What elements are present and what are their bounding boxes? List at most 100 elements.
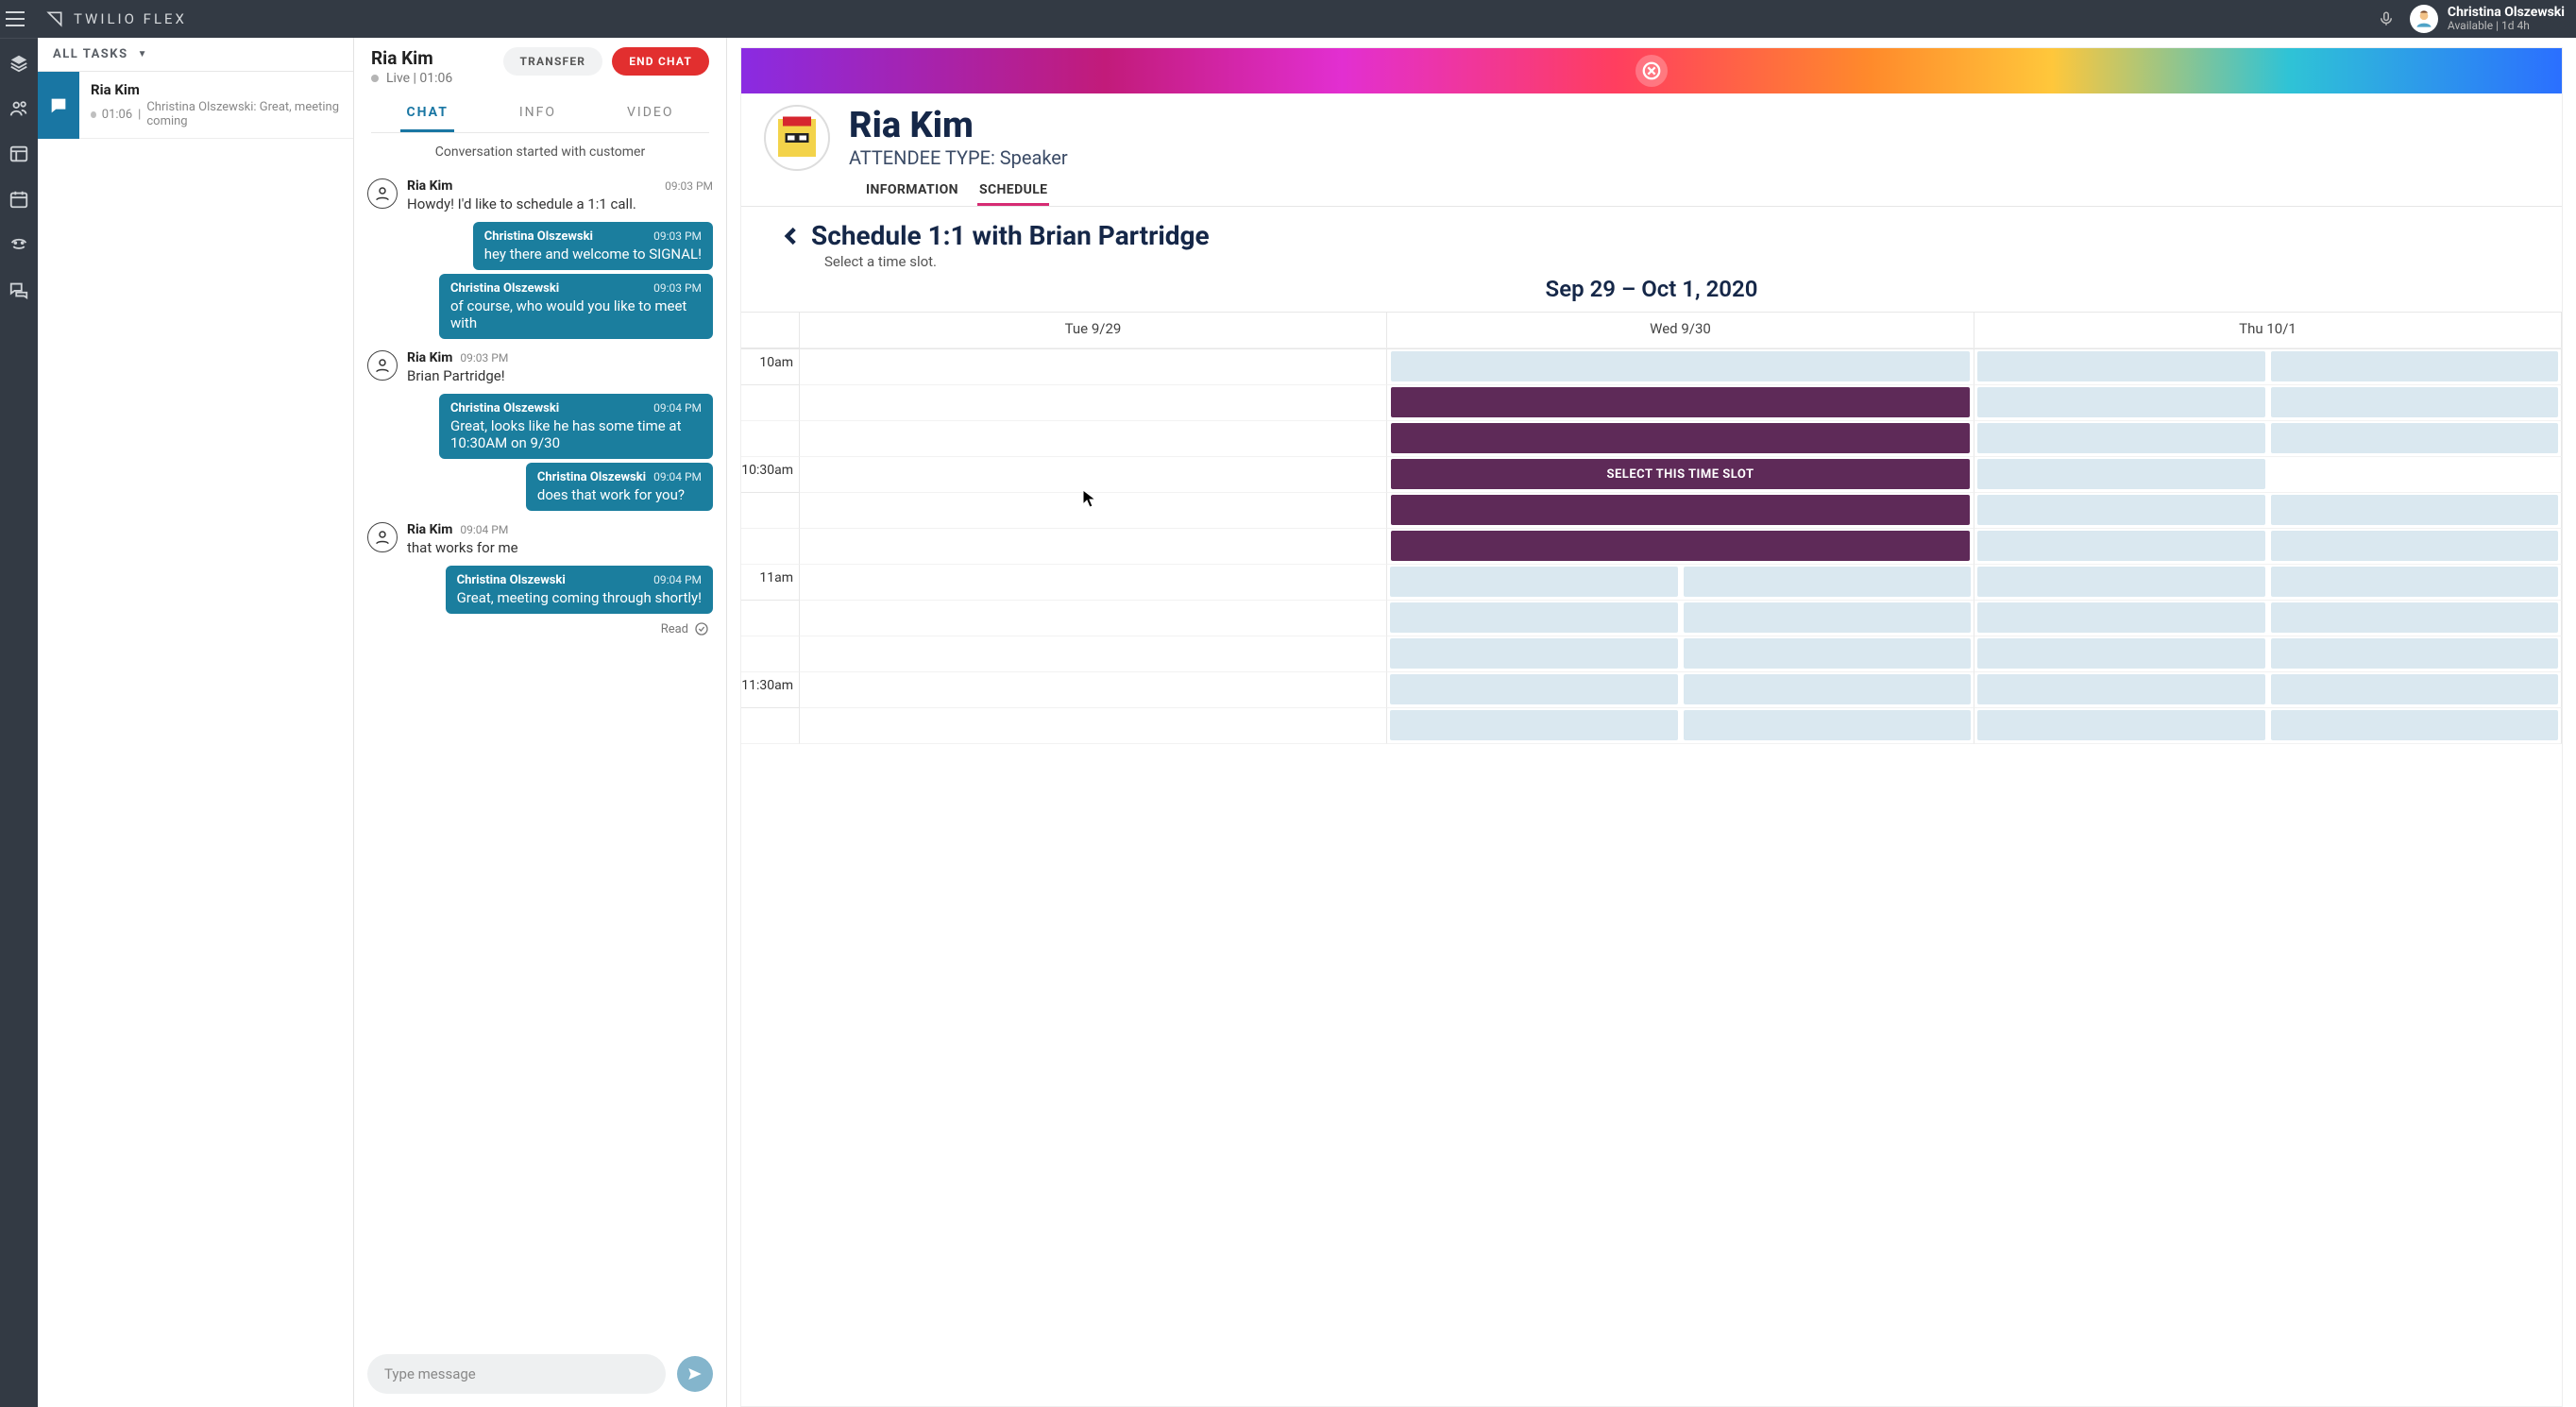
message-text: that works for me xyxy=(407,539,713,556)
crm-panel: Ria Kim ATTENDEE TYPE: Speaker INFORMATI… xyxy=(727,38,2576,1407)
chevron-left-icon xyxy=(779,224,804,248)
microphone-icon[interactable] xyxy=(2378,10,2395,27)
topbar: TWILIO FLEX Christina Olszewski Availabl… xyxy=(0,0,2576,38)
time-slot[interactable] xyxy=(1390,638,1678,669)
time-slot[interactable] xyxy=(1977,710,2265,740)
task-list-panel: ALL TASKS ▼ Ria Kim 01:06 | Christina Ol… xyxy=(38,38,354,1407)
message-bubble: Christina Olszewski 09:04 PM does that w… xyxy=(526,463,713,511)
message-sender: Christina Olszewski xyxy=(457,573,566,587)
time-slot[interactable] xyxy=(1390,602,1678,633)
time-slot[interactable] xyxy=(2271,567,2559,597)
time-slot[interactable] xyxy=(1977,423,2265,453)
nav-chats-icon[interactable] xyxy=(8,279,30,301)
time-slot[interactable] xyxy=(2271,423,2559,453)
time-slot[interactable] xyxy=(1977,602,2265,633)
tab-video[interactable]: VIDEO xyxy=(621,97,680,132)
tab-chat[interactable]: CHAT xyxy=(400,97,453,132)
day-header: Wed 9/30 xyxy=(1387,313,1974,348)
nav-support-icon[interactable] xyxy=(8,233,30,256)
message-time: 09:03 PM xyxy=(460,351,508,364)
time-slot[interactable] xyxy=(2271,387,2559,417)
time-slot[interactable] xyxy=(1684,674,1972,704)
time-slot-booked[interactable] xyxy=(1391,387,1970,417)
message-bubble: Christina Olszewski 09:03 PM of course, … xyxy=(439,274,713,339)
message-bubble: Christina Olszewski 09:04 PM Great, meet… xyxy=(446,566,713,614)
time-slot[interactable] xyxy=(2271,351,2559,381)
transfer-button[interactable]: TRANSFER xyxy=(503,47,603,76)
time-label: 10am xyxy=(741,349,800,385)
chevron-down-icon: ▼ xyxy=(138,49,148,59)
send-button[interactable] xyxy=(677,1356,713,1392)
message-time: 09:03 PM xyxy=(653,229,702,243)
message-input[interactable] xyxy=(367,1354,666,1394)
message-time: 09:04 PM xyxy=(653,470,702,483)
time-slot[interactable] xyxy=(1977,495,2265,525)
user-menu[interactable]: Christina Olszewski Available | 1d 4h xyxy=(2410,5,2565,33)
back-button[interactable] xyxy=(779,224,804,248)
end-chat-button[interactable]: END CHAT xyxy=(612,47,709,76)
message-sender: Ria Kim xyxy=(407,350,452,365)
task-status-dot-icon xyxy=(91,111,96,118)
message-sender: Ria Kim xyxy=(407,178,452,194)
select-time-slot-button[interactable]: SELECT THIS TIME SLOT xyxy=(1391,459,1970,489)
message-text: Brian Partridge! xyxy=(407,367,713,384)
message-bubble: Christina Olszewski 09:03 PM hey there a… xyxy=(473,222,713,270)
side-nav xyxy=(0,38,38,1407)
crm-tab-schedule[interactable]: SCHEDULE xyxy=(977,177,1050,206)
crm-tab-information[interactable]: INFORMATION xyxy=(864,177,960,206)
nav-calendar-icon[interactable] xyxy=(8,188,30,211)
time-slot[interactable] xyxy=(2271,495,2559,525)
time-slot[interactable] xyxy=(1390,567,1678,597)
time-slot[interactable] xyxy=(1391,351,1970,381)
message-sender: Christina Olszewski xyxy=(484,229,593,244)
menu-icon[interactable] xyxy=(6,6,32,32)
tab-info[interactable]: INFO xyxy=(514,97,562,132)
time-slot[interactable] xyxy=(1684,567,1972,597)
time-slot[interactable] xyxy=(2271,638,2559,669)
message-text: Great, meeting coming through shortly! xyxy=(457,589,702,606)
time-slot[interactable] xyxy=(1977,638,2265,669)
task-channel-chat-icon xyxy=(38,72,79,139)
message-text: hey there and welcome to SIGNAL! xyxy=(484,246,702,263)
time-slot[interactable] xyxy=(1977,387,2265,417)
brand-text: TWILIO FLEX xyxy=(74,10,187,27)
conversation-panel: Ria Kim Live | 01:06 TRANSFER END CHAT C… xyxy=(354,38,727,1407)
user-name: Christina Olszewski xyxy=(2448,5,2565,20)
time-label: 10:30am xyxy=(741,457,800,493)
time-slot[interactable] xyxy=(1977,531,2265,561)
time-slot[interactable] xyxy=(2271,710,2559,740)
time-slot[interactable] xyxy=(1684,638,1972,669)
time-slot-booked[interactable] xyxy=(1391,423,1970,453)
time-slot-booked[interactable] xyxy=(1391,495,1970,525)
message-sender: Christina Olszewski xyxy=(450,281,559,296)
brand: TWILIO FLEX xyxy=(45,9,187,28)
message-time: 09:04 PM xyxy=(653,401,702,415)
nav-people-icon[interactable] xyxy=(8,97,30,120)
time-slot[interactable] xyxy=(2271,602,2559,633)
time-slot[interactable] xyxy=(2271,674,2559,704)
task-item[interactable]: Ria Kim 01:06 | Christina Olszewski: Gre… xyxy=(38,72,353,139)
time-label: 11am xyxy=(741,565,800,601)
time-label: 11:30am xyxy=(741,672,800,708)
conversation-status-dot-icon xyxy=(371,75,379,82)
schedule-date-range: Sep 29 – Oct 1, 2020 xyxy=(741,276,2562,302)
message-sender: Christina Olszewski xyxy=(537,470,646,484)
nav-layers-icon[interactable] xyxy=(8,52,30,75)
time-slot[interactable] xyxy=(2271,531,2559,561)
task-filter-dropdown[interactable]: ALL TASKS ▼ xyxy=(38,38,353,72)
time-slot[interactable] xyxy=(1390,674,1678,704)
time-slot[interactable] xyxy=(1977,567,2265,597)
message-text: Great, looks like he has some time at 10… xyxy=(450,417,702,451)
time-slot-booked[interactable] xyxy=(1391,531,1970,561)
message-text: Howdy! I'd like to schedule a 1:1 call. xyxy=(407,195,713,212)
time-slot[interactable] xyxy=(1684,602,1972,633)
schedule-title: Schedule 1:1 with Brian Partridge xyxy=(811,220,1210,251)
nav-dashboard-icon[interactable] xyxy=(8,143,30,165)
time-slot[interactable] xyxy=(1977,351,2265,381)
time-slot[interactable] xyxy=(1390,710,1678,740)
time-slot[interactable] xyxy=(1977,674,2265,704)
time-slot[interactable] xyxy=(1977,459,2265,489)
message-time: 09:03 PM xyxy=(653,281,702,295)
conversation-title: Ria Kim xyxy=(371,47,452,69)
time-slot[interactable] xyxy=(1684,710,1972,740)
